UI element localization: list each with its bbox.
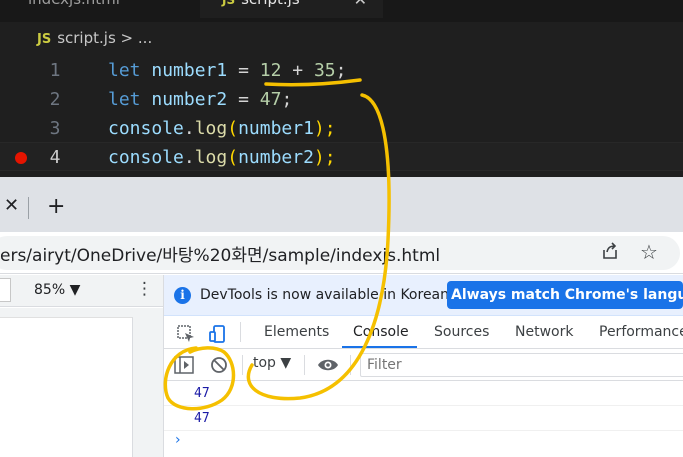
new-tab-button[interactable]: + xyxy=(47,194,65,219)
code-token: 12 xyxy=(259,60,282,81)
url-file: indexjs.html xyxy=(335,246,441,266)
code-token: console xyxy=(108,118,184,139)
log-value: 47 xyxy=(194,411,210,426)
log-value: 47 xyxy=(194,386,210,401)
code-editor: indexjs.html JS script.js ✕ JS script.js >… xyxy=(0,0,683,177)
breadcrumb-more[interactable]: ... xyxy=(138,29,152,47)
code-token: number2 xyxy=(238,147,314,168)
code-token: ( xyxy=(227,118,239,139)
breadcrumb-separator: > xyxy=(120,29,134,47)
browser-window: ✕ + ers/airyt/OneDrive/바탕%20화면/sample/in… xyxy=(0,177,683,457)
console-toolbar: top ▼ xyxy=(164,349,683,381)
divider xyxy=(242,355,243,375)
code-token: . xyxy=(183,147,195,168)
url-text[interactable]: ers/airyt/OneDrive/바탕%20화면/sample/indexj… xyxy=(0,241,440,266)
tab-indexjs-html[interactable]: indexjs.html xyxy=(10,0,200,18)
divider xyxy=(240,322,241,342)
code-token: ; xyxy=(335,60,347,81)
device-select[interactable] xyxy=(0,278,11,302)
breakpoint-icon[interactable] xyxy=(15,152,27,164)
code-token: log xyxy=(194,118,228,139)
tab-divider xyxy=(28,197,29,219)
tab-label: script.js xyxy=(241,0,300,8)
infobar-text: DevTools is now available in Korean! xyxy=(200,287,455,303)
inspect-element-icon[interactable] xyxy=(176,324,196,344)
code-token: number1 xyxy=(151,60,228,81)
code-line-3[interactable]: 3 console.log(number1); xyxy=(0,114,683,143)
eye-icon[interactable] xyxy=(317,357,339,373)
close-icon[interactable]: ✕ xyxy=(354,0,367,9)
code-line-1[interactable]: 1 let number1 = 12 + 35; xyxy=(0,56,683,85)
code-token: ); xyxy=(313,147,336,168)
tab-label: indexjs.html xyxy=(28,0,120,8)
match-language-button[interactable]: Always match Chrome's language xyxy=(447,281,683,309)
js-file-icon: JS xyxy=(37,32,52,47)
console-log-row: 47 xyxy=(164,407,683,431)
code-token: 47 xyxy=(259,89,282,110)
code-token: number2 xyxy=(151,89,228,110)
line-number: 2 xyxy=(49,89,61,110)
browser-tab-strip: ✕ + xyxy=(0,177,683,232)
code-token: number1 xyxy=(238,118,314,139)
tab-script-js[interactable]: JS script.js ✕ xyxy=(200,0,383,18)
sidebar-toggle-icon[interactable] xyxy=(174,356,194,374)
code-token: let xyxy=(108,60,141,81)
js-file-icon: JS xyxy=(222,0,236,7)
code-line-4[interactable]: 4 console.log(number2); xyxy=(0,142,683,171)
code-token: console xyxy=(108,147,184,168)
more-options-icon[interactable]: ⋮ xyxy=(136,279,153,299)
code-token: ; xyxy=(281,89,293,110)
device-toolbar: 85% ▼ ⋮ xyxy=(0,275,163,307)
close-tab-icon[interactable]: ✕ xyxy=(4,195,19,216)
console-filter-input[interactable] xyxy=(360,353,683,377)
code-token: log xyxy=(194,147,228,168)
divider xyxy=(350,355,351,375)
device-toggle-icon[interactable] xyxy=(208,324,228,344)
code-line-2[interactable]: 2 let number2 = 47; xyxy=(0,85,683,114)
code-token: . xyxy=(183,118,195,139)
code-token: = xyxy=(238,60,249,81)
code-token: ); xyxy=(313,118,336,139)
devtools-panel: i DevTools is now available in Korean! A… xyxy=(163,275,683,457)
page-viewport[interactable] xyxy=(0,317,133,457)
console-log-row: 47 xyxy=(164,382,683,406)
editor-tab-bar: indexjs.html JS script.js ✕ xyxy=(0,0,683,22)
context-select[interactable]: top ▼ xyxy=(253,355,291,371)
line-number: 3 xyxy=(49,118,61,139)
code-token: 35 xyxy=(313,60,336,81)
tab-sources[interactable]: Sources xyxy=(434,324,489,340)
tab-network[interactable]: Network xyxy=(515,324,573,340)
url-path: ers/airyt/OneDrive/바탕%20화면/sample/ xyxy=(0,246,336,266)
line-number: 4 xyxy=(49,147,61,168)
info-icon: i xyxy=(174,287,191,304)
share-icon[interactable] xyxy=(600,241,620,261)
line-number: 1 xyxy=(49,60,61,81)
zoom-select[interactable]: 85% ▼ xyxy=(34,282,80,298)
console-prompt[interactable]: › xyxy=(175,432,181,448)
tab-console[interactable]: Console xyxy=(353,324,409,340)
code-token: let xyxy=(108,89,141,110)
breadcrumb-file[interactable]: script.js xyxy=(57,29,116,47)
code-token: + xyxy=(292,60,304,81)
active-tab-indicator xyxy=(342,346,417,348)
code-token: = xyxy=(238,89,249,110)
tab-performance[interactable]: Performance xyxy=(599,324,683,340)
tab-elements[interactable]: Elements xyxy=(264,324,329,340)
star-icon[interactable]: ☆ xyxy=(640,240,658,264)
breadcrumb[interactable]: JS script.js > ... xyxy=(37,29,152,47)
divider xyxy=(304,355,305,375)
clear-console-icon[interactable] xyxy=(210,356,228,374)
language-infobar: i DevTools is now available in Korean! A… xyxy=(164,275,683,316)
code-token: ( xyxy=(227,147,239,168)
devtools-tab-bar: Elements Console Sources Network Perform… xyxy=(164,316,683,349)
